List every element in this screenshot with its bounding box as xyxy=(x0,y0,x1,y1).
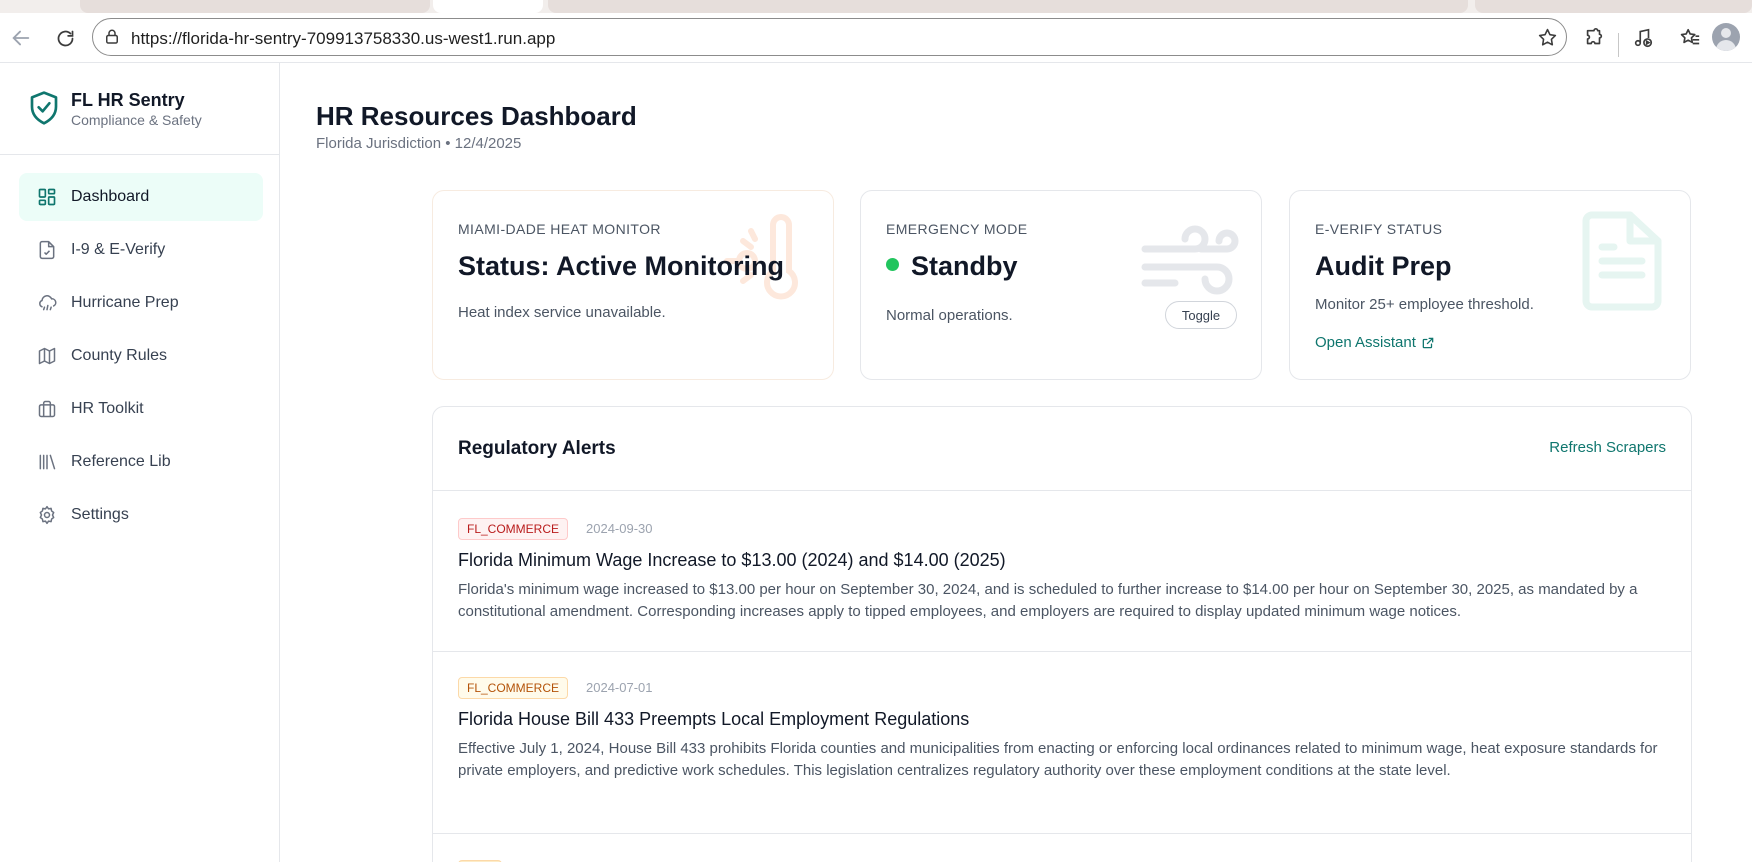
open-assistant-link[interactable]: Open Assistant xyxy=(1315,334,1435,351)
card-description: Normal operations. xyxy=(886,307,1013,324)
alert-body: Florida's minimum wage increased to $13.… xyxy=(458,581,1638,620)
sidebar-item-reference-lib[interactable]: Reference Lib xyxy=(19,438,263,486)
card-value: Audit Prep xyxy=(1315,251,1452,281)
extensions-puzzle-icon[interactable] xyxy=(1581,25,1607,51)
external-link-icon xyxy=(1422,337,1434,348)
back-arrow-icon[interactable] xyxy=(8,25,34,51)
toolbar-separator xyxy=(1618,33,1619,57)
sidebar-item-dashboard[interactable]: Dashboard xyxy=(19,173,263,221)
address-bar[interactable]: https://florida-hr-sentry-709913758330.u… xyxy=(92,18,1567,56)
main-content: HR Resources Dashboard Florida Jurisdict… xyxy=(280,63,1752,862)
media-control-icon[interactable] xyxy=(1630,25,1656,51)
reload-icon[interactable] xyxy=(52,25,78,51)
regulatory-alerts-panel: Regulatory Alerts Refresh Scrapers FL_CO… xyxy=(432,406,1692,862)
briefcase-icon xyxy=(36,398,58,420)
emergency-status: Standby xyxy=(911,251,1018,281)
card-description: Monitor 25+ employee threshold. xyxy=(1315,296,1534,313)
sidebar: FL HR Sentry Compliance & Safety Dashboa… xyxy=(0,63,280,862)
file-check-icon xyxy=(36,239,58,261)
alert-item[interactable]: FL_COMMERCE 2024-07-01 Florida House Bil… xyxy=(433,652,1691,834)
url-text[interactable]: https://florida-hr-sentry-709913758330.u… xyxy=(131,29,555,49)
page-subtitle: Florida Jurisdiction • 12/4/2025 xyxy=(316,135,522,152)
cloud-rain-icon xyxy=(36,292,58,314)
page-title: HR Resources Dashboard xyxy=(316,101,637,131)
profile-avatar[interactable] xyxy=(1712,23,1740,51)
browser-tab[interactable] xyxy=(80,0,430,13)
browser-tab-active[interactable] xyxy=(433,0,543,13)
shield-check-icon xyxy=(28,90,60,131)
card-label: MIAMI-DADE HEAT MONITOR xyxy=(458,221,661,237)
browser-tab-strip xyxy=(0,0,1752,13)
heat-monitor-card: MIAMI-DADE HEAT MONITOR Status: Active M… xyxy=(432,190,834,380)
toggle-button[interactable]: Toggle xyxy=(1165,301,1237,329)
card-label: EMERGENCY MODE xyxy=(886,221,1028,237)
library-icon xyxy=(36,451,58,473)
alerts-header: Regulatory Alerts Refresh Scrapers xyxy=(433,407,1691,491)
sidebar-item-hurricane-prep[interactable]: Hurricane Prep xyxy=(19,279,263,327)
browser-tab[interactable] xyxy=(548,0,1468,13)
sidebar-item-label: HR Toolkit xyxy=(71,400,144,417)
source-badge: FL_COMMERCE xyxy=(458,677,569,699)
sidebar-item-i9-everify[interactable]: I-9 & E-Verify xyxy=(19,226,263,274)
bookmark-star-icon[interactable] xyxy=(1537,27,1558,53)
browser-tab[interactable] xyxy=(1475,0,1752,13)
alert-item[interactable]: FL_COMMERCE 2024-09-30 Florida Minimum W… xyxy=(433,491,1691,652)
sidebar-item-label: County Rules xyxy=(71,347,168,364)
emergency-mode-card: EMERGENCY MODE Standby Normal operations… xyxy=(860,190,1262,380)
sidebar-item-label: Settings xyxy=(71,506,129,523)
browser-toolbar: https://florida-hr-sentry-709913758330.u… xyxy=(0,13,1752,63)
alerts-title: Regulatory Alerts xyxy=(458,438,616,459)
refresh-scrapers-link[interactable]: Refresh Scrapers xyxy=(1549,439,1666,456)
card-label: E-VERIFY STATUS xyxy=(1315,221,1443,237)
card-value: Standby xyxy=(886,251,1018,282)
sidebar-item-label: I-9 & E-Verify xyxy=(71,241,166,258)
alert-title: Florida Minimum Wage Increase to $13.00 … xyxy=(458,550,1006,570)
sidebar-nav: Dashboard I-9 & E-Verify Hurricane Prep … xyxy=(19,173,263,544)
grid-icon xyxy=(36,186,58,208)
alert-date: 2024-09-30 xyxy=(586,521,653,536)
status-dot xyxy=(886,258,899,272)
source-badge: FL_COMMERCE xyxy=(458,518,569,540)
document-icon xyxy=(1580,211,1664,316)
favorites-icon[interactable] xyxy=(1677,25,1703,51)
sidebar-item-county-rules[interactable]: County Rules xyxy=(19,332,263,380)
map-icon xyxy=(36,345,58,367)
sidebar-item-label: Dashboard xyxy=(71,188,150,205)
brand-name: FL HR Sentry xyxy=(71,90,185,110)
wind-icon xyxy=(1141,219,1241,304)
app-root: https://florida-hr-sentry-709913758330.u… xyxy=(0,0,1752,862)
sidebar-item-hr-toolkit[interactable]: HR Toolkit xyxy=(19,385,263,433)
alert-body: Effective July 1, 2024, House Bill 433 p… xyxy=(458,740,1658,779)
site-info-icon[interactable] xyxy=(103,28,121,51)
card-description: Heat index service unavailable. xyxy=(458,304,666,321)
card-value: Status: Active Monitoring xyxy=(458,251,785,281)
link-label: Open Assistant xyxy=(1315,334,1416,351)
brand-tagline: Compliance & Safety xyxy=(71,112,202,128)
sidebar-item-settings[interactable]: Settings xyxy=(19,491,263,539)
gear-icon xyxy=(36,504,58,526)
alert-title: Florida House Bill 433 Preempts Local Em… xyxy=(458,709,970,729)
sidebar-item-label: Hurricane Prep xyxy=(71,294,179,311)
brand-header: FL HR Sentry Compliance & Safety xyxy=(0,63,279,155)
everify-status-card: E-VERIFY STATUS Audit Prep Monitor 25+ e… xyxy=(1289,190,1691,380)
alert-date: 2024-07-01 xyxy=(586,680,653,695)
sidebar-item-label: Reference Lib xyxy=(71,453,171,470)
